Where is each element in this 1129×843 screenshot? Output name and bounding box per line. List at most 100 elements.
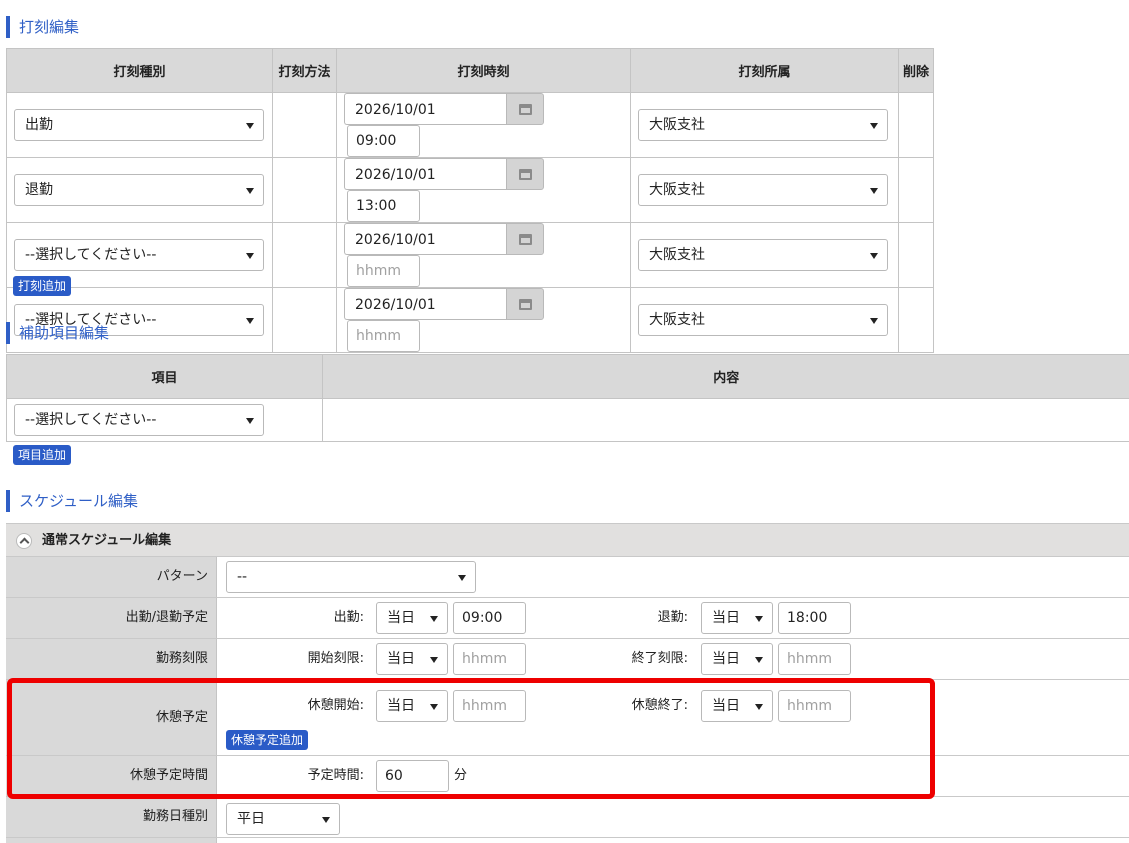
- panel-title: 通常スケジュール編集: [42, 533, 172, 548]
- break-end-time-input[interactable]: hhmm: [778, 690, 851, 722]
- add-item-button[interactable]: 項目追加: [13, 445, 72, 465]
- select-value: 当日: [712, 610, 740, 626]
- chevron-down-icon: [458, 575, 466, 581]
- calendar-icon: [519, 299, 532, 310]
- select-value: 大阪支社: [649, 117, 705, 133]
- col-item: 項目: [6, 354, 323, 399]
- chevron-down-icon: [246, 318, 254, 324]
- calendar-icon: [519, 104, 532, 115]
- punch-dept-select[interactable]: 大阪支社: [638, 304, 888, 336]
- punch-type-select[interactable]: 退勤: [14, 174, 264, 206]
- punch-dept-select[interactable]: 大阪支社: [638, 109, 888, 141]
- pattern-select[interactable]: --: [226, 561, 476, 593]
- add-break-plan-button[interactable]: 休憩予定追加: [226, 730, 309, 750]
- punch-type-select[interactable]: 出勤: [14, 109, 264, 141]
- chevron-down-icon: [246, 123, 254, 129]
- punch-dept-select[interactable]: 大阪支社: [638, 239, 888, 271]
- chevron-down-icon: [870, 253, 878, 259]
- normal-schedule-panel-header[interactable]: 通常スケジュール編集: [6, 523, 1129, 557]
- limit-start-time-input[interactable]: hhmm: [453, 643, 526, 675]
- select-value: --: [237, 569, 248, 585]
- break-time-label: 休憩予定時間: [6, 756, 217, 796]
- punch-edit-title: 打刻編集: [6, 16, 79, 38]
- chevron-down-icon: [870, 188, 878, 194]
- delete-cell[interactable]: [898, 287, 934, 353]
- limit-end-day-select[interactable]: 当日: [701, 643, 773, 675]
- start-time-input[interactable]: 09:00: [453, 602, 526, 634]
- punch-time-input[interactable]: 13:00: [347, 190, 420, 222]
- calendar-button[interactable]: [506, 93, 544, 125]
- start-label: 出勤:: [333, 610, 364, 625]
- pattern-label: パターン: [6, 557, 217, 597]
- limit-start-label: 開始刻限:: [307, 651, 364, 666]
- calendar-button[interactable]: [506, 223, 544, 255]
- col-punch-type: 打刻種別: [6, 48, 273, 93]
- aux-edit-title: 補助項目編集: [6, 322, 109, 344]
- col-punch-time: 打刻時刻: [336, 48, 631, 93]
- chevron-down-icon: [322, 817, 330, 823]
- aux-table: 項目 内容 --選択してください--: [6, 354, 1129, 442]
- minutes-unit: 分: [454, 768, 468, 783]
- aux-content-cell: [322, 398, 1129, 442]
- chevron-down-icon: [755, 657, 763, 663]
- punch-time-input[interactable]: 09:00: [347, 125, 420, 157]
- punch-time-input[interactable]: hhmm: [347, 255, 420, 287]
- work-plan-row: 出勤/退勤予定 出勤: 当日 09:00 退勤: 当日 18:00: [6, 598, 1129, 639]
- punch-method-cell: [272, 287, 337, 353]
- table-row: --選択してください--: [6, 398, 1129, 442]
- punch-dept-select[interactable]: 大阪支社: [638, 174, 888, 206]
- workday-type-label: 勤務日種別: [6, 797, 217, 837]
- punch-date-input[interactable]: 2026/10/01: [344, 93, 506, 125]
- delete-cell[interactable]: [898, 222, 934, 288]
- start-day-select[interactable]: 当日: [376, 602, 448, 634]
- chevron-down-icon: [870, 123, 878, 129]
- next-row-label: [6, 838, 217, 843]
- delete-cell[interactable]: [898, 92, 934, 158]
- calendar-icon: [519, 169, 532, 180]
- break-start-label: 休憩開始:: [307, 698, 364, 713]
- end-day-select[interactable]: 当日: [701, 602, 773, 634]
- col-punch-method: 打刻方法: [272, 48, 337, 93]
- select-value: 当日: [387, 610, 415, 626]
- punch-time-input[interactable]: hhmm: [347, 320, 420, 352]
- punch-type-select[interactable]: --選択してください--: [14, 239, 264, 271]
- aux-item-select[interactable]: --選択してください--: [14, 404, 264, 436]
- select-value: 当日: [387, 651, 415, 667]
- select-value: 出勤: [25, 117, 53, 133]
- punch-date-input[interactable]: 2026/10/01: [344, 223, 506, 255]
- chevron-down-icon: [430, 657, 438, 663]
- limit-start-day-select[interactable]: 当日: [376, 643, 448, 675]
- punch-method-cell: [272, 92, 337, 158]
- break-start-day-select[interactable]: 当日: [376, 690, 448, 722]
- work-limit-row: 勤務刻限 開始刻限: 当日 hhmm 終了刻限: 当日 hhmm: [6, 639, 1129, 680]
- end-time-input[interactable]: 18:00: [778, 602, 851, 634]
- chevron-down-icon: [246, 188, 254, 194]
- limit-end-time-input[interactable]: hhmm: [778, 643, 851, 675]
- select-value: 当日: [712, 651, 740, 667]
- calendar-button[interactable]: [506, 288, 544, 320]
- table-row: 退勤 2026/10/01 13:00 大阪支社: [6, 157, 934, 223]
- break-start-time-input[interactable]: hhmm: [453, 690, 526, 722]
- work-plan-label: 出勤/退勤予定: [6, 598, 217, 638]
- pattern-row: パターン --: [6, 557, 1129, 598]
- break-end-day-select[interactable]: 当日: [701, 690, 773, 722]
- collapse-chevron-icon[interactable]: [16, 533, 32, 549]
- planned-time-input[interactable]: 60: [376, 760, 449, 792]
- delete-cell[interactable]: [898, 157, 934, 223]
- limit-end-label: 終了刻限:: [631, 651, 688, 666]
- select-value: 退勤: [25, 182, 53, 198]
- table-row: --選択してください-- 2026/10/01 hhmm 大阪支社: [6, 222, 934, 288]
- calendar-icon: [519, 234, 532, 245]
- select-value: 平日: [237, 811, 265, 827]
- chevron-down-icon: [755, 704, 763, 710]
- add-punch-button[interactable]: 打刻追加: [13, 276, 72, 296]
- select-value: 大阪支社: [649, 312, 705, 328]
- workday-type-select[interactable]: 平日: [226, 803, 340, 835]
- workday-type-row: 勤務日種別 平日: [6, 797, 1129, 838]
- calendar-button[interactable]: [506, 158, 544, 190]
- break-plan-row: 休憩予定 休憩開始: 当日 hhmm 休憩終了: 当日 hhmm 休憩予定追加: [6, 680, 1129, 756]
- select-value: 当日: [712, 698, 740, 714]
- col-delete: 削除: [898, 48, 934, 93]
- punch-date-input[interactable]: 2026/10/01: [344, 158, 506, 190]
- punch-date-input[interactable]: 2026/10/01: [344, 288, 506, 320]
